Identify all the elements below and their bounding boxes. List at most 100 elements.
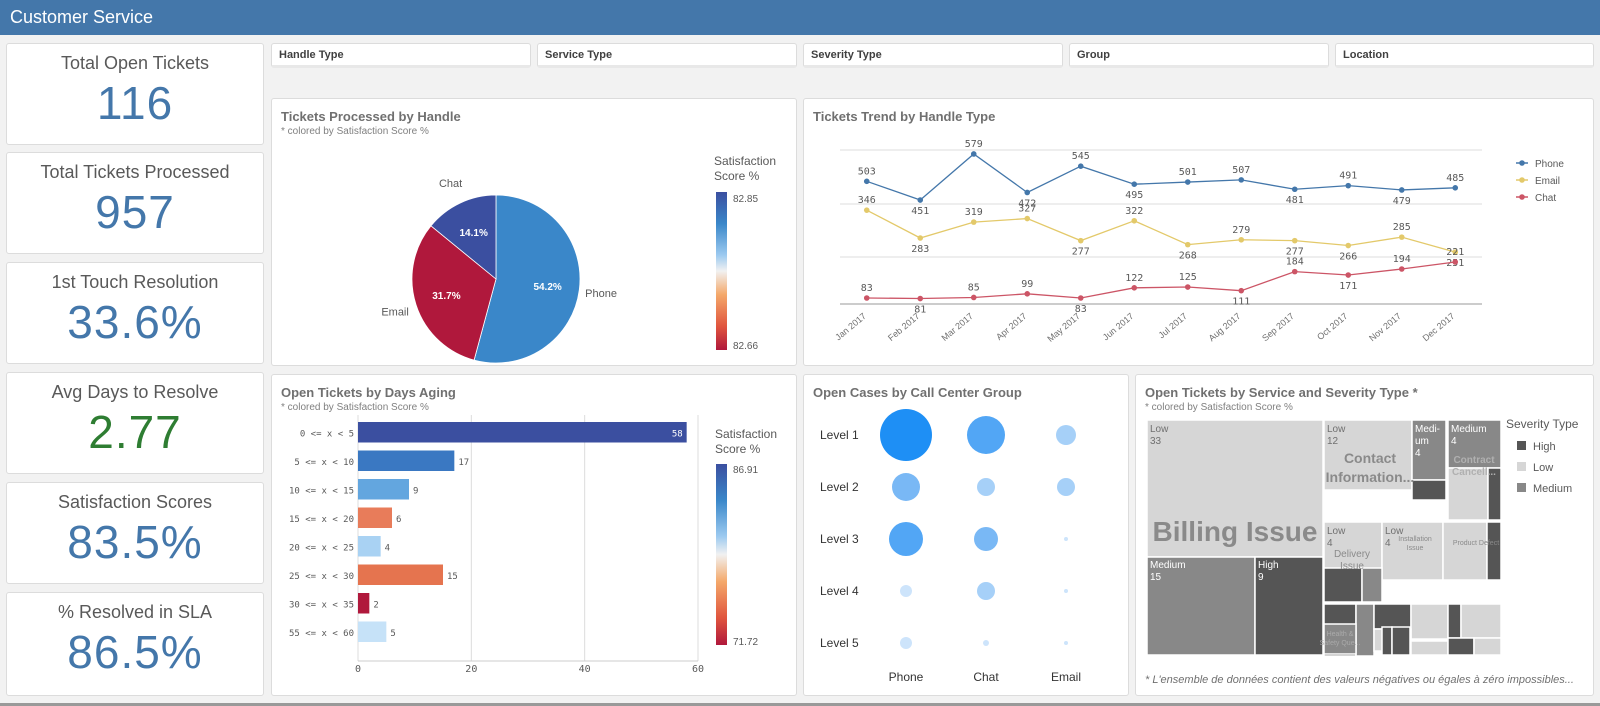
treemap-cell[interactable] <box>1381 626 1393 656</box>
kpi-total-tickets-processed[interactable]: Total Tickets Processed 957 <box>6 152 264 254</box>
legend-label: Low <box>1533 462 1553 474</box>
kpi-satisfaction-scores[interactable]: Satisfaction Scores 83.5% <box>6 482 264 584</box>
slice-category-label: Phone <box>585 288 617 300</box>
kpi-value: 957 <box>95 186 175 238</box>
kpi-resolved-in-sla[interactable]: % Resolved in SLA 86.5% <box>6 592 264 696</box>
bar-value-label: 5 <box>390 629 395 639</box>
data-label: 171 <box>1339 281 1357 292</box>
bar-chart-panel[interactable]: Open Tickets by Days Aging * colored by … <box>271 374 797 696</box>
treemap-group-label: Safety Que... <box>1320 640 1361 647</box>
treemap-cell[interactable] <box>1442 521 1488 581</box>
treemap-cell[interactable] <box>1323 623 1357 655</box>
legend-label: High <box>1533 441 1556 453</box>
filter-label: Group <box>1077 49 1110 61</box>
cell-severity-label: Low <box>1327 526 1346 537</box>
row-label: Level 2 <box>820 480 859 494</box>
cell-severity-label: um <box>1415 436 1429 447</box>
data-point <box>1452 259 1459 265</box>
bubble <box>892 473 920 501</box>
treemap-cell[interactable] <box>1410 603 1449 640</box>
treemap-cell[interactable] <box>1391 626 1411 656</box>
legend-title: Satisfaction <box>715 427 777 441</box>
bubble-chart-panel[interactable]: Open Cases by Call Center Group Level 1L… <box>803 374 1129 696</box>
bar <box>358 593 370 614</box>
treemap-cell[interactable] <box>1447 603 1462 639</box>
column-label: Chat <box>973 670 999 684</box>
treemap-cell[interactable] <box>1254 556 1324 656</box>
treemap-cell[interactable] <box>1447 637 1475 656</box>
data-point <box>1238 236 1245 243</box>
treemap-cell[interactable] <box>1361 567 1383 603</box>
treemap-cell[interactable] <box>1460 603 1502 639</box>
color-legend-bar <box>716 192 727 350</box>
cell-value-label: 33 <box>1150 436 1162 447</box>
kpi-value: 116 <box>96 77 174 129</box>
data-point <box>917 295 924 302</box>
bar-value-label: 9 <box>413 486 418 496</box>
legend-max: 82.85 <box>733 194 758 205</box>
treemap-cell[interactable] <box>1146 556 1256 656</box>
bar <box>358 479 409 500</box>
treemap-cell[interactable] <box>1355 603 1375 657</box>
data-point <box>1398 266 1405 272</box>
kpi-value: 2.77 <box>88 406 182 458</box>
cell-value-label: 4 <box>1327 538 1333 549</box>
x-tick-label: Dec 2017 <box>1421 311 1457 343</box>
y-tick-label: 5 <= x < 10 <box>294 458 354 468</box>
data-point <box>1024 291 1031 297</box>
treemap-panel[interactable]: Open Tickets by Service and Severity Typ… <box>1135 374 1594 696</box>
bubble <box>1064 537 1068 541</box>
data-point <box>1131 285 1138 291</box>
data-label: 479 <box>1393 196 1411 207</box>
data-label: 507 <box>1232 165 1250 176</box>
bubble <box>900 585 912 597</box>
data-point <box>1024 189 1031 196</box>
legend-label[interactable]: Email <box>1535 176 1560 187</box>
bar-value-label: 2 <box>373 600 378 610</box>
x-tick-label: Jun 2017 <box>1101 311 1136 342</box>
row-label: Level 1 <box>820 428 859 442</box>
data-label: 327 <box>1018 204 1036 215</box>
filter-location[interactable]: Location <box>1335 43 1594 68</box>
data-label: 283 <box>911 244 929 255</box>
treemap-cell[interactable] <box>1486 521 1502 581</box>
kpi-label: Avg Days to Resolve <box>51 382 219 402</box>
filter-label: Handle Type <box>279 49 344 61</box>
y-tick-label: 20 <= x < 25 <box>289 543 354 553</box>
treemap-cell[interactable] <box>1473 637 1502 656</box>
data-label: 221 <box>1446 247 1464 258</box>
treemap-cell[interactable] <box>1410 640 1449 656</box>
treemap-cell[interactable] <box>1373 603 1412 630</box>
kpi-first-touch-resolution[interactable]: 1st Touch Resolution 33.6% <box>6 262 264 364</box>
treemap-cell[interactable] <box>1323 567 1363 603</box>
data-label: 285 <box>1393 222 1411 233</box>
data-label: 279 <box>1232 225 1250 236</box>
x-tick-label: Sep 2017 <box>1260 311 1296 343</box>
kpi-total-open-tickets[interactable]: Total Open Tickets 116 <box>6 43 264 145</box>
filter-handle-type[interactable]: Handle Type <box>271 43 531 68</box>
data-label: 194 <box>1393 254 1411 265</box>
data-point <box>1131 217 1138 224</box>
data-point <box>1238 287 1245 294</box>
bubble <box>900 637 912 649</box>
line-chart-panel[interactable]: Tickets Trend by Handle Type 503 451 579 47… <box>803 98 1594 366</box>
data-point <box>970 151 977 157</box>
pie-chart-panel[interactable]: Tickets Processed by Handle * colored by… <box>271 98 797 366</box>
filter-severity-type[interactable]: Severity Type <box>803 43 1063 68</box>
kpi-value: 33.6% <box>67 296 203 348</box>
data-point <box>1398 234 1405 240</box>
data-point <box>1024 215 1031 222</box>
data-label: 322 <box>1125 206 1143 217</box>
treemap-cell[interactable] <box>1411 479 1447 501</box>
bubble <box>977 478 995 496</box>
treemap-group-label: Billing Issue <box>1153 516 1318 547</box>
data-point <box>1184 241 1191 248</box>
filter-service-type[interactable]: Service Type <box>537 43 797 68</box>
legend-label[interactable]: Phone <box>1535 159 1564 170</box>
legend-label[interactable]: Chat <box>1535 193 1556 204</box>
legend-title: Satisfaction <box>714 154 776 168</box>
filter-group[interactable]: Group <box>1069 43 1329 68</box>
bar <box>358 450 455 471</box>
kpi-avg-days-to-resolve[interactable]: Avg Days to Resolve 2.77 <box>6 372 264 474</box>
y-tick-label: 0 <= x < 5 <box>300 429 354 439</box>
